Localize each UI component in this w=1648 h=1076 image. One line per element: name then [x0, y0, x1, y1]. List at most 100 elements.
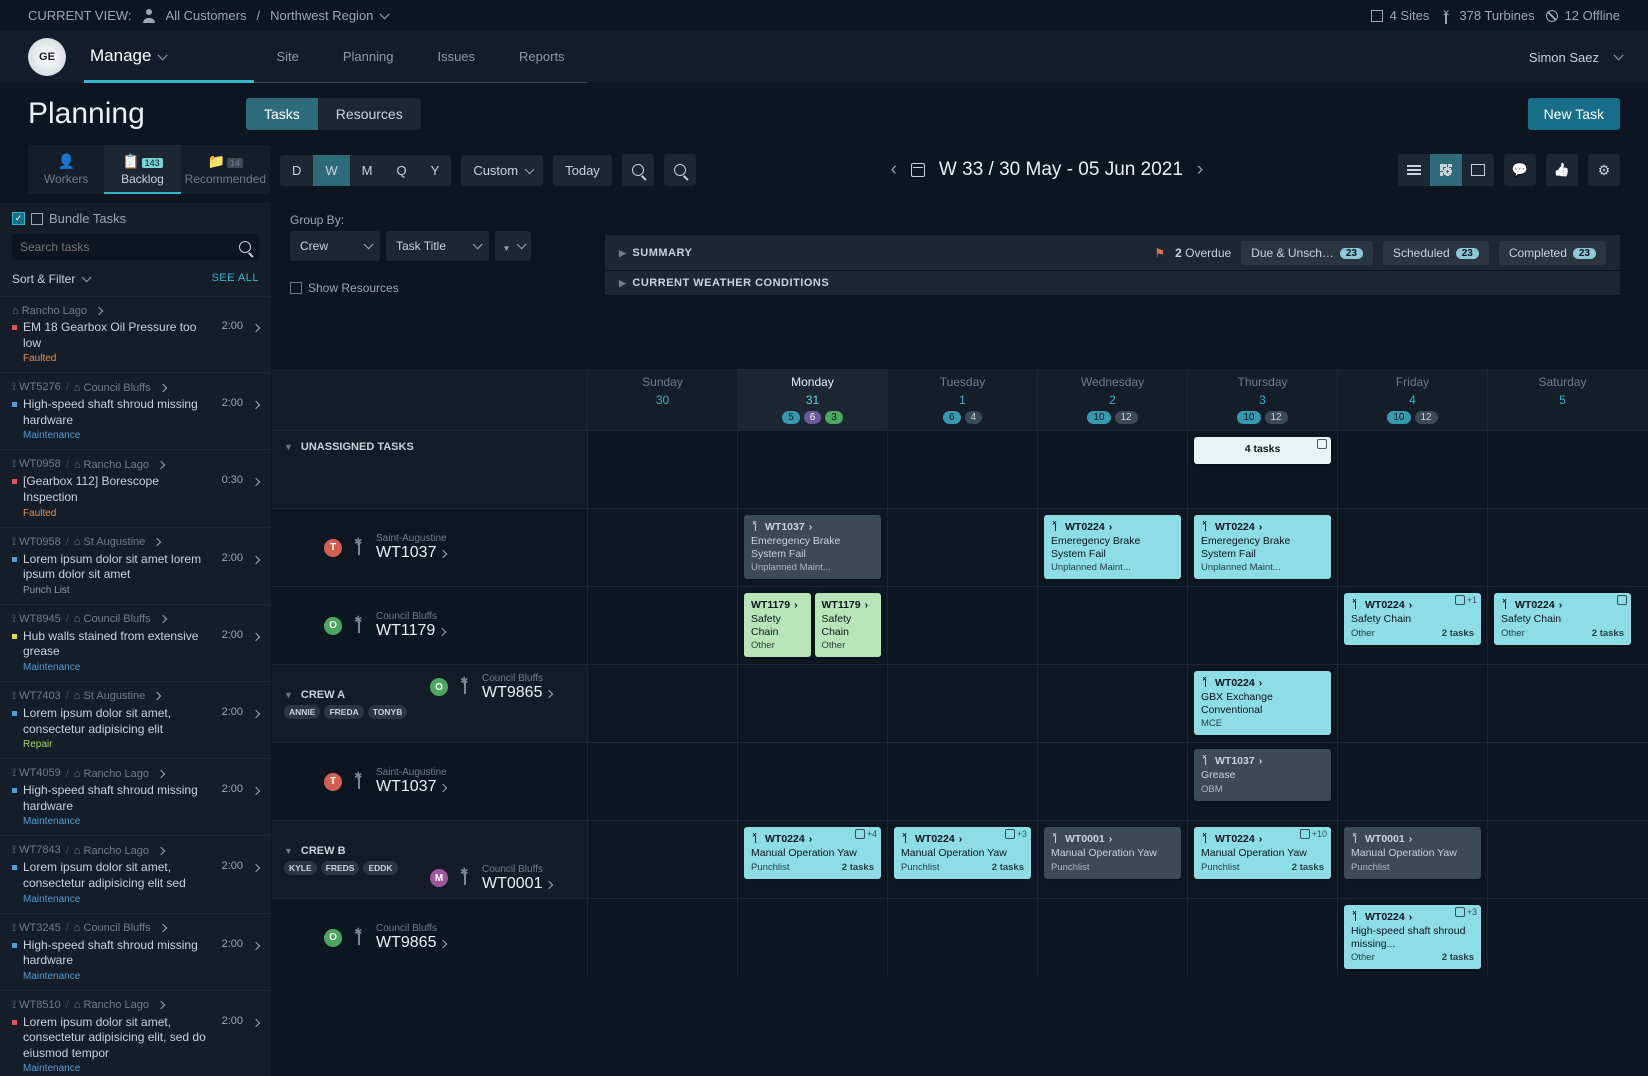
- time-w[interactable]: W: [313, 155, 349, 186]
- view-list[interactable]: [1398, 154, 1430, 186]
- nav-issues[interactable]: Issues: [415, 31, 497, 83]
- backlog-task[interactable]: ⌂ Rancho Lago EM 18 Gearbox Oil Pressure…: [0, 296, 271, 372]
- bundle-checkbox[interactable]: ✓: [12, 212, 25, 225]
- chip-scheduled[interactable]: Scheduled23: [1383, 241, 1489, 265]
- task-card[interactable]: WT0224 ›Safety ChainOther2 tasks: [1494, 593, 1631, 645]
- view-map[interactable]: [1462, 154, 1494, 186]
- settings-button[interactable]: [1588, 154, 1620, 186]
- turbine-r4[interactable]: TSaint-AugustineWT1037: [284, 767, 447, 796]
- task-card[interactable]: WT0224 ›GBX Exchange ConventionalMCE: [1194, 671, 1331, 735]
- task-card[interactable]: WT0224 ›Emeregency Brake System FailUnpl…: [1044, 515, 1181, 579]
- time-custom[interactable]: Custom: [461, 155, 543, 186]
- zoom-out-button[interactable]: [622, 154, 654, 186]
- task-card[interactable]: WT0224 ›Emeregency Brake System FailUnpl…: [1194, 515, 1331, 579]
- chat-button[interactable]: [1504, 154, 1536, 186]
- filter-button[interactable]: [495, 231, 531, 261]
- task-card[interactable]: 4 tasks: [1194, 437, 1331, 464]
- backlog-task[interactable]: ⟟ WT3245 / ⌂ Council Bluffs High-speed s…: [0, 913, 271, 990]
- group-by-tasktitle[interactable]: Task Title: [386, 231, 489, 261]
- summary-header[interactable]: ▶SUMMARY ⚑ 2 Overdue Due & Unsch…23 Sche…: [605, 234, 1620, 271]
- search-input[interactable]: [20, 240, 239, 254]
- calendar-icon[interactable]: [911, 163, 925, 177]
- time-y[interactable]: Y: [419, 155, 452, 186]
- day-column[interactable]: Thursday31012: [1187, 369, 1337, 430]
- task-card[interactable]: WT1037 ›GreaseOBM: [1194, 749, 1331, 801]
- thumb-icon: [1554, 162, 1570, 178]
- time-m[interactable]: M: [350, 155, 385, 186]
- turbine-icon: [350, 617, 368, 635]
- backlog-task[interactable]: ⟟ WT7403 / ⌂ St Augustine Lorem ipsum do…: [0, 681, 271, 758]
- task-card[interactable]: +3WT0224 ›High-speed shaft shroud missin…: [1344, 905, 1481, 969]
- breadcrumb-customers[interactable]: All Customers: [166, 8, 247, 23]
- site-icon: [1370, 9, 1384, 23]
- backlog-task[interactable]: ⟟ WT0958 / ⌂ Rancho Lago [Gearbox 112] B…: [0, 449, 271, 526]
- day-column[interactable]: Sunday30: [587, 369, 737, 430]
- show-resources[interactable]: Show Resources: [290, 281, 531, 295]
- turbine-r5[interactable]: M Council BluffsWT0001: [390, 864, 552, 893]
- view-grid[interactable]: [1430, 154, 1462, 186]
- day-column[interactable]: Monday31563: [737, 369, 887, 430]
- group-crewa-label[interactable]: CREW A: [301, 689, 345, 701]
- task-card[interactable]: +1WT0224 ›Safety ChainOther2 tasks: [1344, 593, 1481, 645]
- date-navigator: ‹ W 33 / 30 May - 05 Jun 2021 ›: [706, 159, 1388, 181]
- day-column[interactable]: Tuesday164: [887, 369, 1037, 430]
- sidebar-search[interactable]: [12, 234, 259, 260]
- date-next[interactable]: ›: [1197, 159, 1203, 181]
- stat-turbines[interactable]: 378 Turbines: [1439, 8, 1534, 23]
- sidebar-tab-backlog[interactable]: 📋143Backlog: [104, 145, 180, 194]
- day-column[interactable]: Saturday5: [1487, 369, 1637, 430]
- turbine-r1[interactable]: TSaint-AugustineWT1037: [284, 533, 447, 562]
- nav-reports[interactable]: Reports: [497, 31, 587, 83]
- sidebar-tab-workers[interactable]: 👤Workers: [28, 145, 104, 194]
- chip-due[interactable]: Due & Unsch…23: [1241, 241, 1373, 265]
- task-card[interactable]: WT0001 ›Manual Operation YawPunchlist: [1044, 827, 1181, 879]
- group-by-crew[interactable]: Crew: [290, 231, 380, 261]
- nav-user[interactable]: Simon Saez: [1501, 50, 1648, 65]
- task-card[interactable]: +4WT0224 ›Manual Operation YawPunchlist2…: [744, 827, 881, 879]
- zoom-in-icon: [674, 164, 686, 176]
- nav-manage[interactable]: Manage: [84, 31, 254, 83]
- nav-planning[interactable]: Planning: [321, 31, 416, 83]
- task-card[interactable]: WT1037 ›Emeregency Brake System FailUnpl…: [744, 515, 881, 579]
- new-task-button[interactable]: New Task: [1528, 98, 1620, 130]
- row-crewb-wt9865: OCouncil BluffsWT9865 +3WT0224 ›High-spe…: [272, 898, 1648, 976]
- task-card[interactable]: WT1179 ›Safety ChainOther: [744, 593, 811, 657]
- group-unassigned-label[interactable]: UNASSIGNED TASKS: [301, 441, 414, 453]
- backlog-task[interactable]: ⟟ WT8945 / ⌂ Council Bluffs Hub walls st…: [0, 604, 271, 681]
- day-column[interactable]: Friday41012: [1337, 369, 1487, 430]
- breadcrumb-region[interactable]: Northwest Region: [270, 8, 386, 23]
- turbine-r6[interactable]: OCouncil BluffsWT9865: [284, 923, 446, 952]
- backlog-task[interactable]: ⟟ WT7843 / ⌂ Rancho Lago Lorem ipsum dol…: [0, 835, 271, 912]
- time-q[interactable]: Q: [385, 155, 419, 186]
- ge-logo[interactable]: GE: [28, 38, 66, 76]
- turbine-r2[interactable]: OCouncil BluffsWT1179: [284, 611, 445, 640]
- stat-offline[interactable]: 12 Offline: [1545, 8, 1620, 23]
- sidebar-tab-recommended[interactable]: 📁14Recommended: [181, 145, 270, 194]
- backlog-task[interactable]: ⟟ WT0958 / ⌂ St Augustine Lorem ipsum do…: [0, 527, 271, 604]
- backlog-task[interactable]: ⟟ WT5276 / ⌂ Council Bluffs High-speed s…: [0, 372, 271, 449]
- day-column[interactable]: Wednesday21012: [1037, 369, 1187, 430]
- backlog-task[interactable]: ⟟ WT8510 / ⌂ Rancho Lago Lorem ipsum dol…: [0, 990, 271, 1076]
- stat-sites[interactable]: 4 Sites: [1370, 8, 1430, 23]
- see-all-link[interactable]: SEE ALL: [211, 272, 259, 286]
- turbine-icon: [350, 773, 368, 791]
- task-card[interactable]: WT1179 ›Safety ChainOther: [815, 593, 882, 657]
- backlog-task[interactable]: ⟟ WT4059 / ⌂ Rancho Lago High-speed shaf…: [0, 758, 271, 835]
- chip-completed[interactable]: Completed23: [1499, 241, 1606, 265]
- sort-filter[interactable]: Sort & Filter: [12, 272, 88, 286]
- zoom-in-button[interactable]: [664, 154, 696, 186]
- turbine-r3[interactable]: O Council BluffsWT9865: [390, 673, 552, 702]
- crew-badge: FREDA: [324, 705, 363, 719]
- thumb-button[interactable]: [1546, 154, 1578, 186]
- tab-resources[interactable]: Resources: [318, 98, 421, 130]
- time-today[interactable]: Today: [553, 155, 612, 186]
- task-card[interactable]: +10WT0224 ›Manual Operation YawPunchlist…: [1194, 827, 1331, 879]
- tab-tasks[interactable]: Tasks: [246, 98, 318, 130]
- date-prev[interactable]: ‹: [891, 159, 897, 181]
- task-card[interactable]: +3WT0224 ›Manual Operation YawPunchlist2…: [894, 827, 1031, 879]
- group-crewb-label[interactable]: CREW B: [301, 845, 346, 857]
- weather-header[interactable]: ▶CURRENT WEATHER CONDITIONS: [605, 270, 1620, 295]
- nav-site[interactable]: Site: [254, 31, 320, 83]
- time-d[interactable]: D: [280, 155, 313, 186]
- task-card[interactable]: WT0001 ›Manual Operation YawPunchlist: [1344, 827, 1481, 879]
